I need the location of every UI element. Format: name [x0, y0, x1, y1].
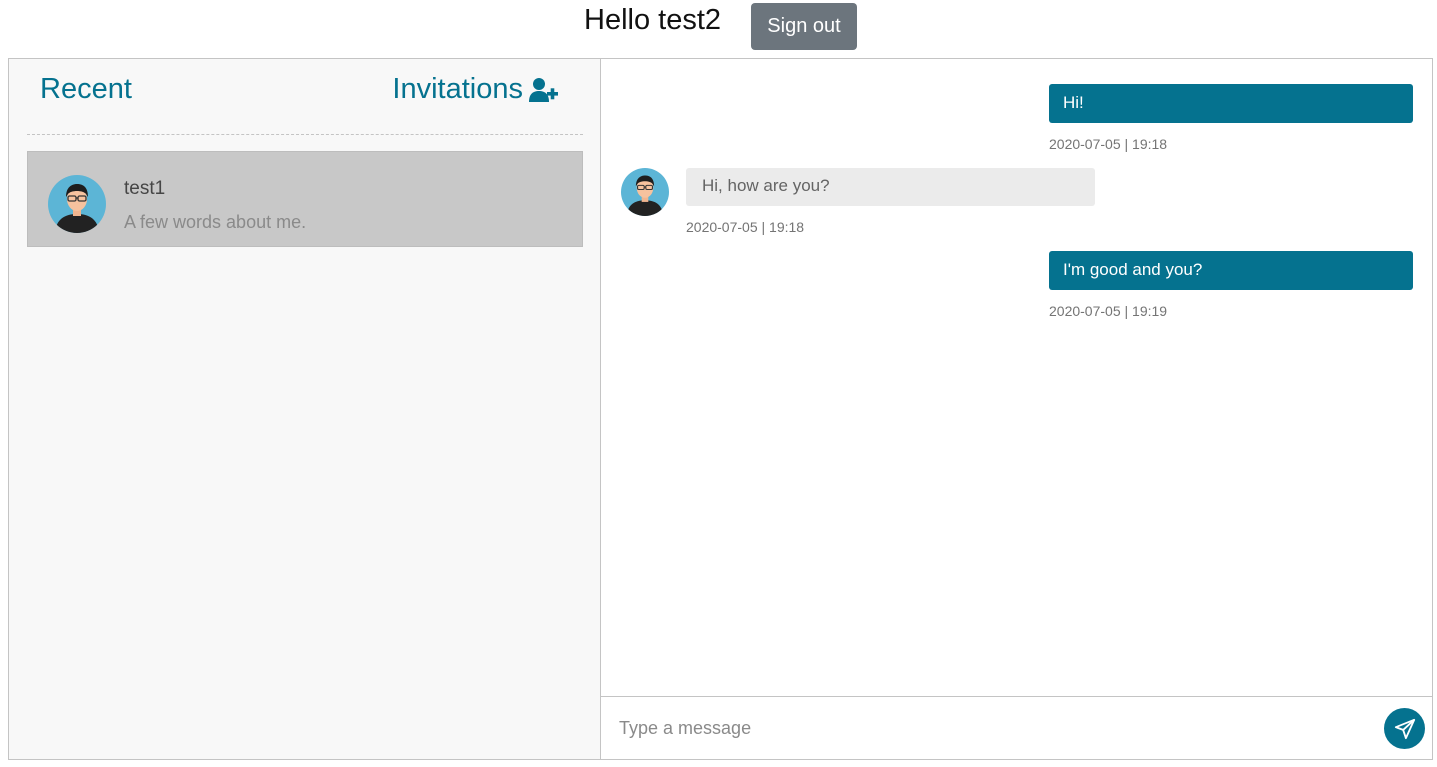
greeting-text: Hello test2	[584, 4, 722, 36]
message-bubble: I'm good and you?	[1049, 251, 1413, 290]
top-bar: Hello test2 Sign out	[0, 0, 1437, 58]
inbox-sidebar: Recent Invitations test1 A few words abo…	[9, 59, 601, 759]
outgoing-message: I'm good and you? 2020-07-05 | 19:19	[1049, 251, 1413, 319]
message-time: 2020-07-05 | 19:19	[1049, 303, 1168, 319]
inbox-heading: Recent Invitations	[27, 59, 583, 135]
messaging-panel: Recent Invitations test1 A few words abo…	[8, 58, 1433, 760]
chat-list-item[interactable]: test1 A few words about me.	[27, 151, 583, 247]
message-time: 2020-07-05 | 19:18	[686, 219, 805, 235]
message-history[interactable]: Hi! 2020-07-05 | 19:18 Hi, how are you? …	[601, 59, 1432, 696]
invitations-tab[interactable]: Invitations	[392, 73, 559, 106]
outgoing-message: Hi! 2020-07-05 | 19:18	[1049, 84, 1413, 152]
user-plus-icon	[529, 77, 558, 102]
sign-out-button[interactable]: Sign out	[751, 3, 857, 50]
message-input[interactable]	[619, 707, 1359, 749]
message-bubble: Hi, how are you?	[686, 168, 1095, 206]
conversation-panel: Hi! 2020-07-05 | 19:18 Hi, how are you? …	[601, 59, 1432, 759]
message-composer	[601, 696, 1432, 759]
chat-contact-about: A few words about me.	[124, 212, 307, 232]
user-avatar-icon	[48, 175, 106, 233]
paper-plane-icon	[1394, 718, 1415, 739]
recent-tab[interactable]: Recent	[40, 73, 132, 106]
invitations-label: Invitations	[392, 73, 523, 105]
message-bubble: Hi!	[1049, 84, 1413, 123]
user-avatar-icon	[621, 168, 669, 216]
message-time: 2020-07-05 | 19:18	[1049, 136, 1168, 152]
send-button[interactable]	[1384, 708, 1425, 749]
chat-list: test1 A few words about me.	[27, 151, 583, 247]
chat-contact-name: test1	[124, 178, 166, 199]
incoming-message-body: Hi, how are you? 2020-07-05 | 19:18	[686, 168, 1095, 235]
